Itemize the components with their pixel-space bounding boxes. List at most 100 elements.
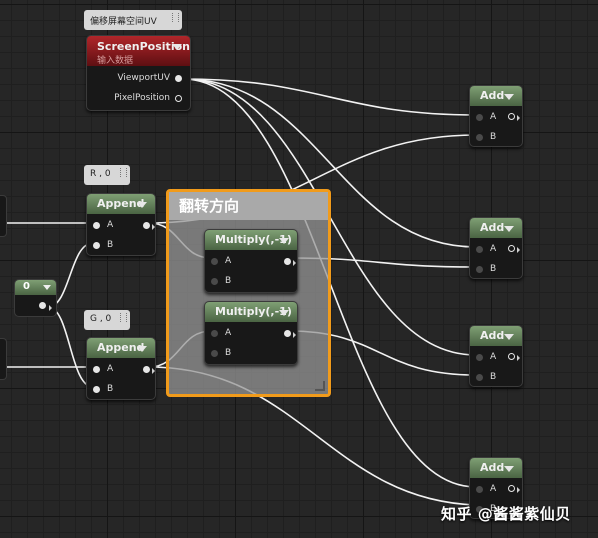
pin-b[interactable]: B xyxy=(476,371,506,385)
input-pin-icon[interactable] xyxy=(93,222,100,229)
comment-group-title[interactable]: 翻转方向 xyxy=(169,192,328,220)
output-pin-icon[interactable] xyxy=(508,245,515,252)
pin-b[interactable]: B xyxy=(211,347,251,361)
input-pin-icon[interactable] xyxy=(476,134,483,141)
node-header: Add xyxy=(470,326,522,346)
comment-text: 偏移屏幕空间UV xyxy=(90,17,157,27)
output-pin-icon[interactable] xyxy=(143,222,150,229)
pin-label: A xyxy=(490,352,497,362)
input-pin-icon[interactable] xyxy=(211,330,218,337)
input-pin-icon[interactable] xyxy=(93,366,100,373)
chevron-down-icon[interactable] xyxy=(504,226,514,232)
pin-label: B xyxy=(490,264,497,274)
pin-a[interactable]: A xyxy=(476,351,506,365)
comment-group-box[interactable]: 翻转方向 xyxy=(166,189,331,397)
node-header: Multiply(,-1) xyxy=(205,302,297,322)
comment-grip-icon xyxy=(172,13,179,22)
pin-label: B xyxy=(225,276,232,286)
node-title: Add xyxy=(480,461,505,474)
input-pin-icon[interactable] xyxy=(476,266,483,273)
output-pin-icon[interactable] xyxy=(508,485,515,492)
screenposition-node[interactable]: ScreenPosition 输入数据 ViewportUV PixelPosi… xyxy=(86,35,191,111)
output-pin-icon[interactable] xyxy=(284,258,291,265)
chevron-down-icon[interactable] xyxy=(504,466,514,472)
wire-viewportuv-add1 xyxy=(182,78,477,116)
pin-label: A xyxy=(225,328,232,338)
pin-label: ViewportUV xyxy=(117,73,170,83)
offscreen-node-2[interactable] xyxy=(0,338,7,380)
output-pin-icon[interactable] xyxy=(175,75,182,82)
pin-label: A xyxy=(490,112,497,122)
add-node-2[interactable]: Add A B xyxy=(469,217,523,279)
append-g-node[interactable]: Append A B xyxy=(86,337,156,400)
input-pin-icon[interactable] xyxy=(476,374,483,381)
pin-pixelposition[interactable]: PixelPosition xyxy=(84,92,184,106)
chevron-down-icon[interactable] xyxy=(137,202,147,208)
constant-node[interactable]: 0 xyxy=(14,279,57,317)
screenposition-comment[interactable]: 偏移屏幕空间UV xyxy=(84,10,182,30)
output-arrow-icon xyxy=(517,355,520,361)
output-pin-icon[interactable] xyxy=(508,353,515,360)
pin-label: B xyxy=(107,384,114,394)
add-node-1[interactable]: Add A B xyxy=(469,85,523,147)
output-pin-icon[interactable] xyxy=(175,95,182,102)
pin-a[interactable]: A xyxy=(93,219,133,233)
node-header: Append xyxy=(87,338,155,358)
input-pin-icon[interactable] xyxy=(211,258,218,265)
output-arrow-icon xyxy=(152,368,155,374)
append-r-node[interactable]: Append A B xyxy=(86,193,156,256)
input-pin-icon[interactable] xyxy=(476,114,483,121)
offscreen-node-1[interactable] xyxy=(0,195,7,237)
node-header: 0 xyxy=(15,280,56,295)
chevron-down-icon[interactable] xyxy=(172,44,182,50)
resize-handle-icon[interactable] xyxy=(315,381,325,391)
chevron-down-icon[interactable] xyxy=(279,238,289,244)
input-pin-icon[interactable] xyxy=(211,350,218,357)
pin-a[interactable]: A xyxy=(476,243,506,257)
output-pin-icon[interactable] xyxy=(39,302,46,309)
pin-b[interactable]: B xyxy=(93,239,133,253)
output-pin-icon[interactable] xyxy=(284,330,291,337)
pin-label: A xyxy=(490,244,497,254)
pin-a[interactable]: A xyxy=(93,363,133,377)
pin-label: A xyxy=(225,256,232,266)
chevron-down-icon[interactable] xyxy=(137,346,147,352)
pin-a[interactable]: A xyxy=(211,327,251,341)
chevron-down-icon[interactable] xyxy=(504,94,514,100)
pin-a[interactable]: A xyxy=(476,111,506,125)
multiply-1-node[interactable]: Multiply(,-1) A B xyxy=(204,229,298,293)
multiply-2-node[interactable]: Multiply(,-1) A B xyxy=(204,301,298,365)
pin-label: B xyxy=(490,372,497,382)
append-r-comment[interactable]: R , 0 xyxy=(84,165,130,185)
output-arrow-icon xyxy=(293,260,296,266)
pin-label: A xyxy=(107,220,114,230)
pin-label: B xyxy=(107,240,114,250)
input-pin-icon[interactable] xyxy=(93,386,100,393)
chevron-down-icon[interactable] xyxy=(504,334,514,340)
add-node-3[interactable]: Add A B xyxy=(469,325,523,387)
input-pin-icon[interactable] xyxy=(476,354,483,361)
pin-b[interactable]: B xyxy=(476,263,506,277)
input-pin-icon[interactable] xyxy=(476,486,483,493)
node-header: Multiply(,-1) xyxy=(205,230,297,250)
node-header: ScreenPosition 输入数据 xyxy=(87,36,190,66)
input-pin-icon[interactable] xyxy=(476,246,483,253)
chevron-down-icon[interactable] xyxy=(43,285,51,290)
chevron-down-icon[interactable] xyxy=(279,310,289,316)
append-g-comment[interactable]: G , 0 xyxy=(84,310,130,330)
pin-a[interactable]: A xyxy=(211,255,251,269)
pin-label: A xyxy=(490,484,497,494)
output-arrow-icon xyxy=(517,247,520,253)
pin-a[interactable]: A xyxy=(476,483,506,497)
pin-viewportuv[interactable]: ViewportUV xyxy=(84,72,184,86)
output-pin-icon[interactable] xyxy=(508,113,515,120)
pin-b[interactable]: B xyxy=(211,275,251,289)
output-pin-icon[interactable] xyxy=(143,366,150,373)
comment-grip-icon xyxy=(120,168,127,177)
output-arrow-icon xyxy=(293,332,296,338)
input-pin-icon[interactable] xyxy=(211,278,218,285)
input-pin-icon[interactable] xyxy=(93,242,100,249)
pin-b[interactable]: B xyxy=(93,383,133,397)
comment-grip-icon xyxy=(120,313,127,322)
pin-b[interactable]: B xyxy=(476,131,506,145)
